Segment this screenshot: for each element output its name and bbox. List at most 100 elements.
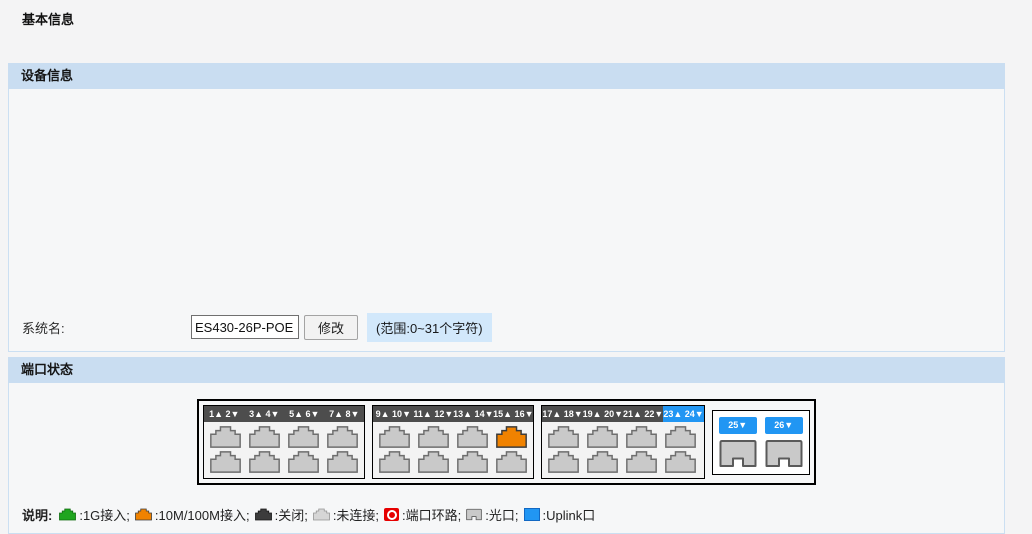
port-4-icon <box>248 451 281 473</box>
port-pair-label: 9▲ 10▼ <box>373 406 413 422</box>
legend-item-1g-text: :1G接入; <box>79 505 130 524</box>
legend-item-fiber: :光口; <box>466 505 518 524</box>
system-name-input[interactable] <box>191 315 299 339</box>
port-pair-label: 13▲ 14▼ <box>453 406 493 422</box>
legend-item-disabled-text: :关闭; <box>275 505 308 524</box>
sfp-port-box: 25▼ 26▼ <box>712 410 810 475</box>
info-row-sw-version <box>9 203 1004 230</box>
port-22-icon <box>625 451 658 473</box>
info-row-ip <box>9 149 1004 176</box>
sfp-port-25-icon <box>719 439 757 468</box>
system-name-range-hint: (范围:0~31个字符) <box>367 313 492 342</box>
device-info-header: 设备信息 <box>8 63 1005 89</box>
device-info-body: 系统名: 修改 (范围:0~31个字符) <box>8 89 1005 352</box>
port-20-icon <box>586 451 619 473</box>
device-info-section: 设备信息 系统名: 修改 (范围:0~31个字符) <box>8 63 1005 352</box>
port-12-icon <box>417 451 450 473</box>
legend-item-loop-text: :端口环路; <box>402 505 461 524</box>
port-row-top <box>378 426 528 448</box>
port-11-icon <box>417 426 450 448</box>
port-3-icon <box>248 426 281 448</box>
port-17-icon <box>547 426 580 448</box>
port-pair-label: 19▲ 20▼ <box>583 406 623 422</box>
legend-item-unconnected-text: :未连接; <box>333 505 379 524</box>
port-pair-label: 17▲ 18▼ <box>542 406 582 422</box>
modify-button[interactable]: 修改 <box>304 315 358 340</box>
legend-1g-icon <box>59 508 76 521</box>
port-16-icon <box>495 451 528 473</box>
port-pair-label: 21▲ 22▼ <box>623 406 663 422</box>
port-group-3: 17▲ 18▼19▲ 20▼21▲ 22▼23▲ 24▼ <box>541 405 704 479</box>
sfp-port-26: 26▼ <box>765 417 803 468</box>
port-2-icon <box>209 451 242 473</box>
info-row-model <box>9 95 1004 122</box>
port-1-icon <box>209 426 242 448</box>
port-group-header: 17▲ 18▼19▲ 20▼21▲ 22▼23▲ 24▼ <box>542 406 703 422</box>
port-24-icon <box>664 451 697 473</box>
port-14-icon <box>456 451 489 473</box>
info-row-mac <box>9 122 1004 149</box>
legend-item-uplink-text: :Uplink口 <box>543 505 596 524</box>
port-5-icon <box>287 426 320 448</box>
port-7-icon <box>326 426 359 448</box>
legend-label: 说明: <box>22 505 52 524</box>
info-row-work-mode <box>9 230 1004 257</box>
page-title: 基本信息 <box>22 9 74 28</box>
sfp-port-26-icon <box>765 439 803 468</box>
port-row-bottom <box>209 451 359 473</box>
port-status-body: 1▲ 2▼3▲ 4▼5▲ 6▼7▲ 8▼ 9▲ 10▼11▲ 12▼13▲ 14… <box>8 383 1005 534</box>
legend-100m-icon <box>135 508 152 521</box>
legend-item-100m-text: :10M/100M接入; <box>155 505 250 524</box>
port-group-ports <box>542 422 703 478</box>
port-pair-label: 3▲ 4▼ <box>244 406 284 422</box>
info-row-uptime <box>9 284 1004 311</box>
port-row-top <box>209 426 359 448</box>
info-row-serial <box>9 176 1004 203</box>
port-group-1: 1▲ 2▼3▲ 4▼5▲ 6▼7▲ 8▼ <box>203 405 365 479</box>
legend-item-1g: :1G接入; <box>59 505 130 524</box>
legend-item-disabled: :关闭; <box>255 505 308 524</box>
port-18-icon <box>547 451 580 473</box>
port-6-icon <box>287 451 320 473</box>
port-pair-label: 5▲ 6▼ <box>284 406 324 422</box>
port-10-icon <box>378 451 411 473</box>
port-status-section: 端口状态 1▲ 2▼3▲ 4▼5▲ 6▼7▲ 8▼ 9▲ 10▼11▲ 12▼1… <box>8 357 1005 534</box>
system-name-row: 系统名: 修改 (范围:0~31个字符) <box>9 311 1004 343</box>
port-pair-label: 7▲ 8▼ <box>324 406 364 422</box>
main-content: 设备信息 系统名: 修改 (范围:0~31个字符) 端口状态 1▲ 2▼3▲ 4… <box>8 63 1005 534</box>
port-9-icon <box>378 426 411 448</box>
port-pair-label: 1▲ 2▼ <box>204 406 244 422</box>
port-19-icon <box>586 426 619 448</box>
legend-uplink-icon <box>524 508 540 521</box>
sfp-port-26-label: 26▼ <box>765 417 803 434</box>
port-23-icon <box>664 426 697 448</box>
port-pair-label: 23▲ 24▼ <box>663 406 703 422</box>
port-panel: 1▲ 2▼3▲ 4▼5▲ 6▼7▲ 8▼ 9▲ 10▼11▲ 12▼13▲ 14… <box>9 399 1004 485</box>
port-15-icon <box>495 426 528 448</box>
port-panel-box: 1▲ 2▼3▲ 4▼5▲ 6▼7▲ 8▼ 9▲ 10▼11▲ 12▼13▲ 14… <box>197 399 815 485</box>
port-8-icon <box>326 451 359 473</box>
port-21-icon <box>625 426 658 448</box>
sfp-port-25-label: 25▼ <box>719 417 757 434</box>
legend-item-fiber-text: :光口; <box>485 505 518 524</box>
port-row-top <box>547 426 698 448</box>
port-group-2: 9▲ 10▼11▲ 12▼13▲ 14▼15▲ 16▼ <box>372 405 534 479</box>
port-group-ports <box>373 422 533 478</box>
legend-item-loop: :端口环路; <box>384 505 461 524</box>
port-row-bottom <box>378 451 528 473</box>
port-status-header: 端口状态 <box>8 357 1005 383</box>
port-group-header: 1▲ 2▼3▲ 4▼5▲ 6▼7▲ 8▼ <box>204 406 364 422</box>
legend-loop-icon <box>384 508 399 521</box>
device-info-rows <box>9 95 1004 311</box>
legend-unconnected-icon <box>313 508 330 521</box>
port-pair-label: 15▲ 16▼ <box>493 406 533 422</box>
legend-item-100m: :10M/100M接入; <box>135 505 250 524</box>
sfp-port-25: 25▼ <box>719 417 757 468</box>
system-name-label: 系统名: <box>9 318 191 337</box>
legend-item-uplink: :Uplink口 <box>524 505 596 524</box>
legend-disabled-icon <box>255 508 272 521</box>
port-13-icon <box>456 426 489 448</box>
port-group-header: 9▲ 10▼11▲ 12▼13▲ 14▼15▲ 16▼ <box>373 406 533 422</box>
port-pair-label: 11▲ 12▼ <box>413 406 453 422</box>
port-group-ports <box>204 422 364 478</box>
